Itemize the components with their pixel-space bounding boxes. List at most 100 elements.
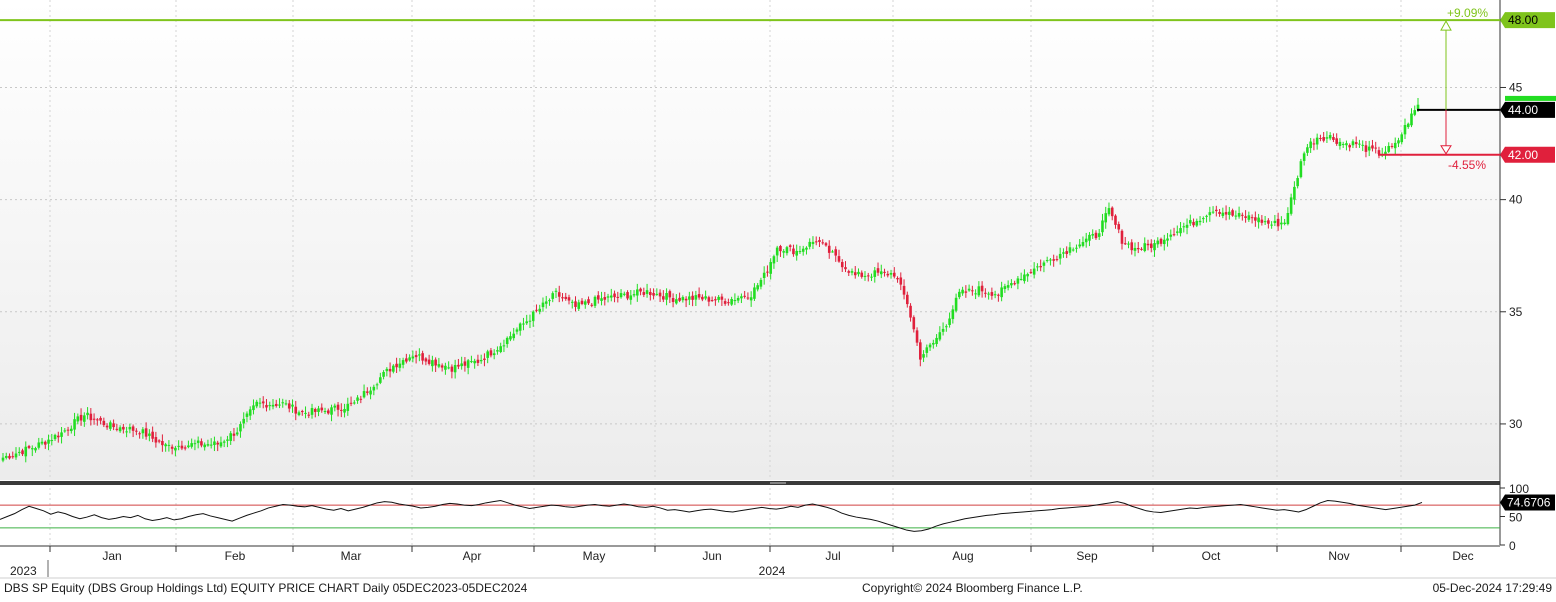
candle-body xyxy=(658,292,662,297)
candle-body xyxy=(1049,259,1052,261)
candle-body xyxy=(287,403,291,409)
candle-body xyxy=(538,308,542,312)
candle-body xyxy=(574,301,577,307)
candle-body xyxy=(1387,145,1391,152)
candle-body xyxy=(193,443,197,445)
candle-body xyxy=(613,293,616,298)
candle-body xyxy=(73,419,76,430)
candle-body xyxy=(1312,143,1316,145)
candle-body xyxy=(437,364,441,367)
candle-body xyxy=(1016,278,1020,284)
candle-body xyxy=(1410,113,1413,126)
candle-body xyxy=(339,409,343,411)
candle-body xyxy=(958,291,961,298)
candle-body xyxy=(112,423,115,428)
candle-body xyxy=(1348,145,1351,148)
candle-body xyxy=(811,241,815,245)
candle-body xyxy=(1289,197,1293,214)
candle-body xyxy=(827,245,831,253)
candle-body xyxy=(271,404,275,407)
candle-body xyxy=(125,431,128,433)
candle-body xyxy=(675,299,678,304)
candle-body xyxy=(922,354,925,358)
candle-body xyxy=(1133,247,1137,251)
candle-body xyxy=(424,358,428,362)
candle-body xyxy=(1185,224,1189,228)
candle-body xyxy=(818,240,821,242)
candle-body xyxy=(583,301,587,305)
candle-body xyxy=(216,442,219,445)
candle-body xyxy=(105,425,109,428)
candle-body xyxy=(665,293,668,300)
candle-body xyxy=(297,412,301,416)
svg-text:44.00: 44.00 xyxy=(1508,103,1538,117)
candle-body xyxy=(1345,143,1348,146)
candle-body xyxy=(307,414,311,416)
candle-body xyxy=(935,337,938,345)
candle-body xyxy=(1065,251,1068,254)
candle-body xyxy=(535,309,538,311)
candle-body xyxy=(1413,110,1417,115)
svg-text:74.6706: 74.6706 xyxy=(1507,495,1551,509)
candle-body xyxy=(1237,213,1241,217)
candle-body xyxy=(53,434,57,440)
candle-body xyxy=(255,401,259,407)
candle-body xyxy=(180,445,184,449)
candle-body xyxy=(824,243,828,246)
candle-body xyxy=(440,365,444,368)
candle-body xyxy=(466,360,470,368)
candle-body xyxy=(1023,274,1026,282)
candle-body xyxy=(496,350,499,352)
candle-body xyxy=(971,290,974,292)
x-axis-month-label: Jan xyxy=(102,549,121,563)
candle-body xyxy=(853,272,857,276)
candle-body xyxy=(1175,231,1179,233)
candle-body xyxy=(4,455,8,458)
candle-body xyxy=(873,270,877,277)
candle-body xyxy=(1393,142,1397,149)
candle-body xyxy=(840,261,844,268)
candle-body xyxy=(248,409,252,416)
candle-body xyxy=(447,367,450,369)
candle-body xyxy=(655,293,659,295)
candle-body xyxy=(1241,214,1244,216)
candle-body xyxy=(434,359,437,366)
candle-body xyxy=(1091,234,1095,236)
candle-body xyxy=(928,344,932,348)
candle-body xyxy=(857,271,860,275)
candle-body xyxy=(564,296,568,299)
candle-body xyxy=(1358,143,1361,145)
candle-body xyxy=(131,426,135,431)
candle-body xyxy=(525,321,529,324)
candle-body xyxy=(1351,141,1355,146)
candle-body xyxy=(587,299,590,304)
candle-body xyxy=(629,295,633,300)
candle-body xyxy=(1101,220,1104,233)
x-axis-month-label: Jul xyxy=(825,549,840,563)
candle-body xyxy=(1110,207,1114,217)
candle-body xyxy=(766,271,769,273)
candle-body xyxy=(1026,274,1029,277)
candle-body xyxy=(1231,210,1234,216)
candle-body xyxy=(450,366,454,372)
candle-body xyxy=(1257,217,1260,223)
candle-body xyxy=(759,279,763,287)
current-price-tag: 44.00 xyxy=(1500,101,1555,118)
candle-body xyxy=(284,403,288,405)
candle-body xyxy=(1367,146,1371,151)
candle-body xyxy=(141,429,145,434)
candle-body xyxy=(174,447,177,451)
candle-body xyxy=(557,292,561,297)
candle-body xyxy=(411,356,415,359)
price-tick-label: 30 xyxy=(1509,417,1523,431)
x-axis-month-label: Sep xyxy=(1076,549,1098,563)
candle-body xyxy=(50,440,54,442)
candle-body xyxy=(265,404,268,408)
candle-body xyxy=(56,435,60,438)
candle-body xyxy=(317,408,320,412)
candle-body xyxy=(330,407,333,415)
candle-body xyxy=(808,241,812,247)
candle-body xyxy=(541,302,545,308)
candle-body xyxy=(408,357,411,361)
candle-body xyxy=(1029,271,1033,273)
